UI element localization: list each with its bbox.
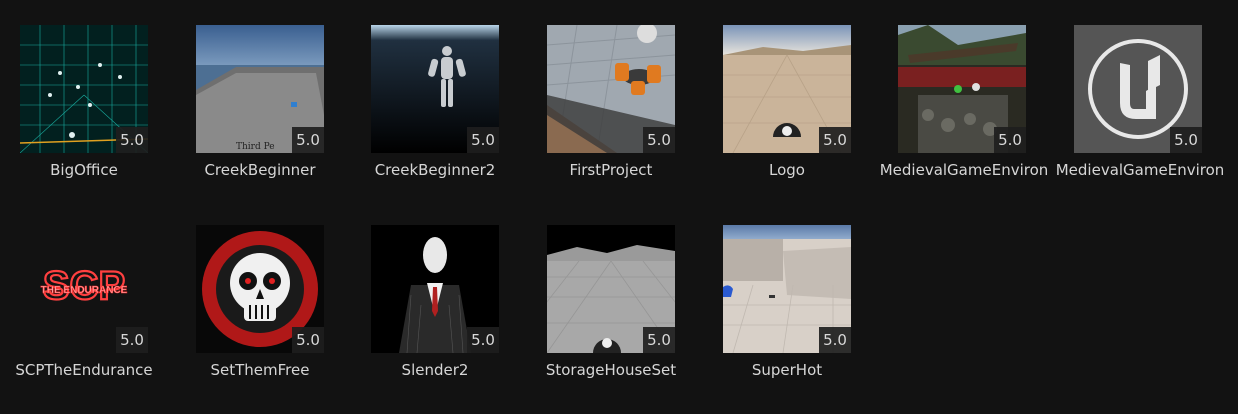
- engine-version-badge: 5.0: [116, 327, 148, 353]
- project-name: MedievalGameEnviron: [1055, 161, 1225, 179]
- project-name: MedievalGameEnviron: [879, 161, 1049, 179]
- project-browser-grid: 5.0 BigOffice Third Pe 5.0 CreekBeginner: [0, 0, 1238, 414]
- svg-text:Third Pe: Third Pe: [236, 142, 275, 152]
- project-thumbnail[interactable]: 5.0: [898, 25, 1026, 153]
- project-thumbnail[interactable]: 5.0: [547, 225, 675, 353]
- project-name: CreekBeginner2: [374, 161, 496, 179]
- project-name: Slender2: [401, 361, 469, 379]
- project-name: SetThemFree: [210, 361, 310, 379]
- engine-version-badge: 5.0: [467, 127, 499, 153]
- project-thumbnail[interactable]: SCP THE ENDURANCE 5.0: [20, 225, 148, 353]
- engine-version-badge: 5.0: [1170, 127, 1202, 153]
- project-name: BigOffice: [50, 161, 118, 179]
- project-thumbnail[interactable]: 5.0: [723, 25, 851, 153]
- project-thumbnail[interactable]: Third Pe 5.0: [196, 25, 324, 153]
- project-thumbnail[interactable]: 5.0: [371, 225, 499, 353]
- project-thumbnail[interactable]: 5.0: [723, 225, 851, 353]
- engine-version-badge: 5.0: [292, 127, 324, 153]
- project-name: CreekBeginner: [204, 161, 316, 179]
- engine-version-badge: 5.0: [292, 327, 324, 353]
- project-name: Logo: [769, 161, 805, 179]
- engine-version-badge: 5.0: [819, 127, 851, 153]
- engine-version-badge: 5.0: [643, 127, 675, 153]
- project-thumbnail[interactable]: 5.0: [547, 25, 675, 153]
- project-tile[interactable]: 5.0 Logo: [723, 25, 899, 201]
- project-tile[interactable]: 5.0 MedievalGameEnviron: [1056, 25, 1238, 201]
- project-thumbnail[interactable]: 5.0: [20, 25, 148, 153]
- engine-version-badge: 5.0: [994, 127, 1026, 153]
- project-name: SuperHot: [751, 361, 823, 379]
- project-tile[interactable]: 5.0 SuperHot: [723, 225, 899, 401]
- project-thumbnail[interactable]: 5.0: [196, 225, 324, 353]
- project-name: FirstProject: [569, 161, 653, 179]
- project-name: SCPTheEndurance: [15, 361, 153, 379]
- project-tile[interactable]: 5.0 MedievalGameEnviron: [880, 25, 1074, 201]
- project-thumbnail[interactable]: 5.0: [371, 25, 499, 153]
- engine-version-badge: 5.0: [819, 327, 851, 353]
- scp-logo-subtitle: THE ENDURANCE: [41, 285, 128, 296]
- project-thumbnail[interactable]: 5.0: [1074, 25, 1202, 153]
- engine-version-badge: 5.0: [643, 327, 675, 353]
- engine-version-badge: 5.0: [467, 327, 499, 353]
- engine-version-badge: 5.0: [116, 127, 148, 153]
- project-name: StorageHouseSet: [545, 361, 677, 379]
